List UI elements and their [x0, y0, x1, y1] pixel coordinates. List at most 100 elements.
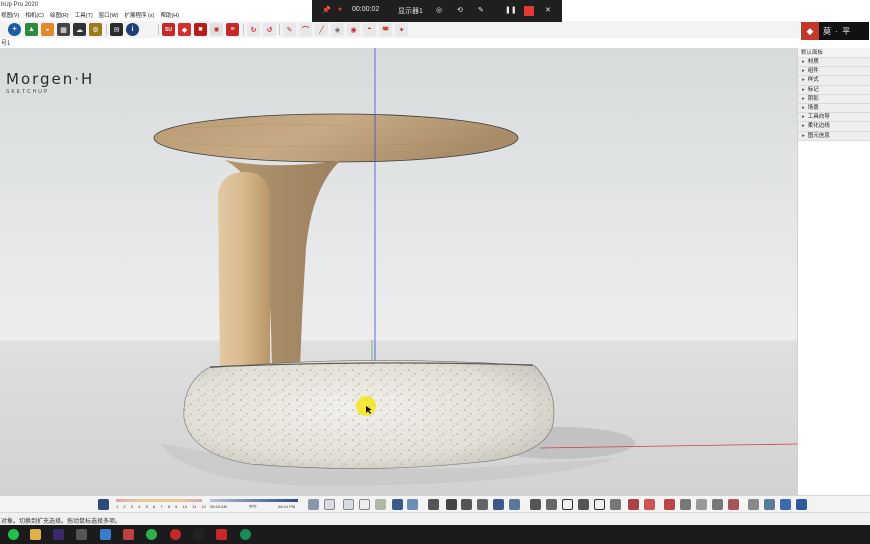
burst-icon[interactable]: ✺	[210, 23, 223, 36]
view-icon[interactable]	[446, 499, 457, 510]
home-icon[interactable]	[562, 499, 573, 510]
solid-icon[interactable]	[780, 499, 791, 510]
pause-button[interactable]: ❚❚	[505, 6, 517, 14]
shape-icon[interactable]: ◉	[347, 23, 360, 36]
tray-item-components[interactable]: ▸ 组件	[798, 67, 870, 77]
model-viewport[interactable]: Morgen·H SKETCHUP	[0, 48, 797, 495]
stop-button[interactable]	[524, 6, 534, 16]
arc-icon[interactable]: ⌒	[299, 23, 312, 36]
premiere-icon[interactable]	[53, 529, 64, 540]
tray-item-styles[interactable]: ▸ 样式	[798, 76, 870, 86]
view-icon[interactable]	[461, 499, 472, 510]
scene-tab[interactable]: 号1	[1, 38, 10, 47]
view-icon[interactable]	[493, 499, 504, 510]
menu-camera[interactable]: 相机(C)	[25, 11, 44, 21]
section-icon[interactable]	[644, 499, 655, 510]
style-icon[interactable]	[407, 499, 418, 510]
sandbox-icon[interactable]	[664, 499, 675, 510]
shield-icon[interactable]	[100, 529, 111, 540]
checker-icon[interactable]: ▦	[57, 23, 70, 36]
home-outline-icon[interactable]	[594, 499, 605, 510]
su-plugin-icon[interactable]: SU	[162, 23, 175, 36]
wechat-icon[interactable]	[146, 529, 157, 540]
app-icon[interactable]	[76, 529, 87, 540]
sandbox-icon[interactable]	[728, 499, 739, 510]
solid-icon[interactable]	[764, 499, 775, 510]
curve-icon[interactable]: ↺	[263, 23, 276, 36]
tray-item-shadows[interactable]: ▸ 阴影	[798, 94, 870, 104]
tray-item-materials[interactable]: ▸ 材质	[798, 58, 870, 68]
status-bar: 对象。切换到扩充选择。拖动鼠标选择多项。	[0, 512, 870, 525]
warehouse-icon[interactable]	[530, 499, 541, 510]
menu-extensions[interactable]: 扩展程序 (x)	[125, 11, 155, 21]
menu-help[interactable]: 帮助(H)	[160, 11, 179, 21]
cup-icon[interactable]: ◓	[363, 23, 376, 36]
sketchup-icon[interactable]	[216, 529, 227, 540]
menu-window[interactable]: 窗口(W)	[99, 11, 119, 21]
pen-icon[interactable]: ✎	[478, 6, 484, 14]
tray-item-tags[interactable]: ▸ 标记	[798, 85, 870, 95]
cloud-icon[interactable]: ☁	[73, 23, 86, 36]
sandbox-icon[interactable]	[680, 499, 691, 510]
app-icon[interactable]	[193, 529, 204, 540]
watermark-subtitle: SKETCHUP	[6, 89, 50, 95]
default-tray: 默认面板 ▸ 材质 ▸ 组件 ▸ 样式 ▸ 标记 ▸ 阴影 ▸ 场景 ▸ 工具向导 ▸ 柔化边线…	[797, 48, 870, 495]
red-cube-icon[interactable]: ■	[194, 23, 207, 36]
mail-icon[interactable]: ✉	[110, 23, 123, 36]
screenshot-icon[interactable]: ◎	[436, 6, 442, 14]
window-title: hUp Pro 2020	[1, 2, 39, 8]
sun-icon[interactable]: ◒	[41, 23, 54, 36]
month-slider[interactable]	[116, 499, 202, 502]
tray-item-entity-info[interactable]: ▸ 图元信息	[798, 131, 870, 141]
line-tool-icon[interactable]: ╱	[315, 23, 328, 36]
start-icon[interactable]	[8, 529, 19, 540]
add-icon[interactable]: +	[8, 23, 21, 36]
triangle-right-icon: ▸	[802, 123, 805, 130]
crop-icon[interactable]: ⟲	[457, 6, 463, 14]
style-icon[interactable]	[324, 499, 335, 510]
solid-icon[interactable]	[796, 499, 807, 510]
style-icon[interactable]	[359, 499, 370, 510]
gear-icon[interactable]: ⚙	[89, 23, 102, 36]
building-icon[interactable]	[578, 499, 589, 510]
menu-tools[interactable]: 工具(T)	[75, 11, 93, 21]
box-icon[interactable]	[610, 499, 621, 510]
shadow-toggle-icon[interactable]	[98, 499, 109, 510]
extension-warehouse-icon[interactable]	[546, 499, 557, 510]
view-icon[interactable]	[509, 499, 520, 510]
tray-item-instructor[interactable]: ▸ 工具向导	[798, 113, 870, 123]
rotate-icon[interactable]: ↻	[247, 23, 260, 36]
tray-item-soften-edges[interactable]: ▸ 柔化边线	[798, 122, 870, 132]
move-icon[interactable]	[748, 499, 759, 510]
sandbox-icon[interactable]	[696, 499, 707, 510]
tray-title[interactable]: 默认面板	[798, 48, 870, 58]
menu-draw[interactable]: 绘图(R)	[50, 11, 69, 21]
dome-icon[interactable]: ◚	[379, 23, 392, 36]
view-icon[interactable]	[477, 499, 488, 510]
display-selector[interactable]: 显示器1	[398, 6, 423, 16]
recorder-icon[interactable]	[240, 529, 251, 540]
extension-icon[interactable]: ◆	[178, 23, 191, 36]
extrude-icon[interactable]: ✎	[283, 23, 296, 36]
time-slider[interactable]	[210, 499, 298, 502]
sandbox-icon[interactable]	[712, 499, 723, 510]
app-icon[interactable]	[123, 529, 134, 540]
surface-icon[interactable]: ◈	[331, 23, 344, 36]
style-icon[interactable]	[343, 499, 354, 510]
stack-icon[interactable]: ≡	[226, 23, 239, 36]
style-icon[interactable]	[308, 499, 319, 510]
style-icon[interactable]	[392, 499, 403, 510]
tray-item-scenes[interactable]: ▸ 场景	[798, 103, 870, 114]
netease-music-icon[interactable]	[170, 529, 181, 540]
pin-icon[interactable]: 📌	[322, 6, 331, 14]
paint-icon[interactable]: ✦	[395, 23, 408, 36]
style-icon[interactable]	[375, 499, 386, 510]
tree-icon[interactable]: ▲	[25, 23, 38, 36]
scene-render[interactable]	[0, 48, 797, 495]
menu-view[interactable]: 视图(V)	[1, 11, 19, 21]
camera-icon[interactable]	[428, 499, 439, 510]
section-icon[interactable]	[628, 499, 639, 510]
info-icon[interactable]: i	[126, 23, 139, 36]
close-icon[interactable]: ✕	[545, 6, 551, 14]
folder-icon[interactable]	[30, 529, 41, 540]
